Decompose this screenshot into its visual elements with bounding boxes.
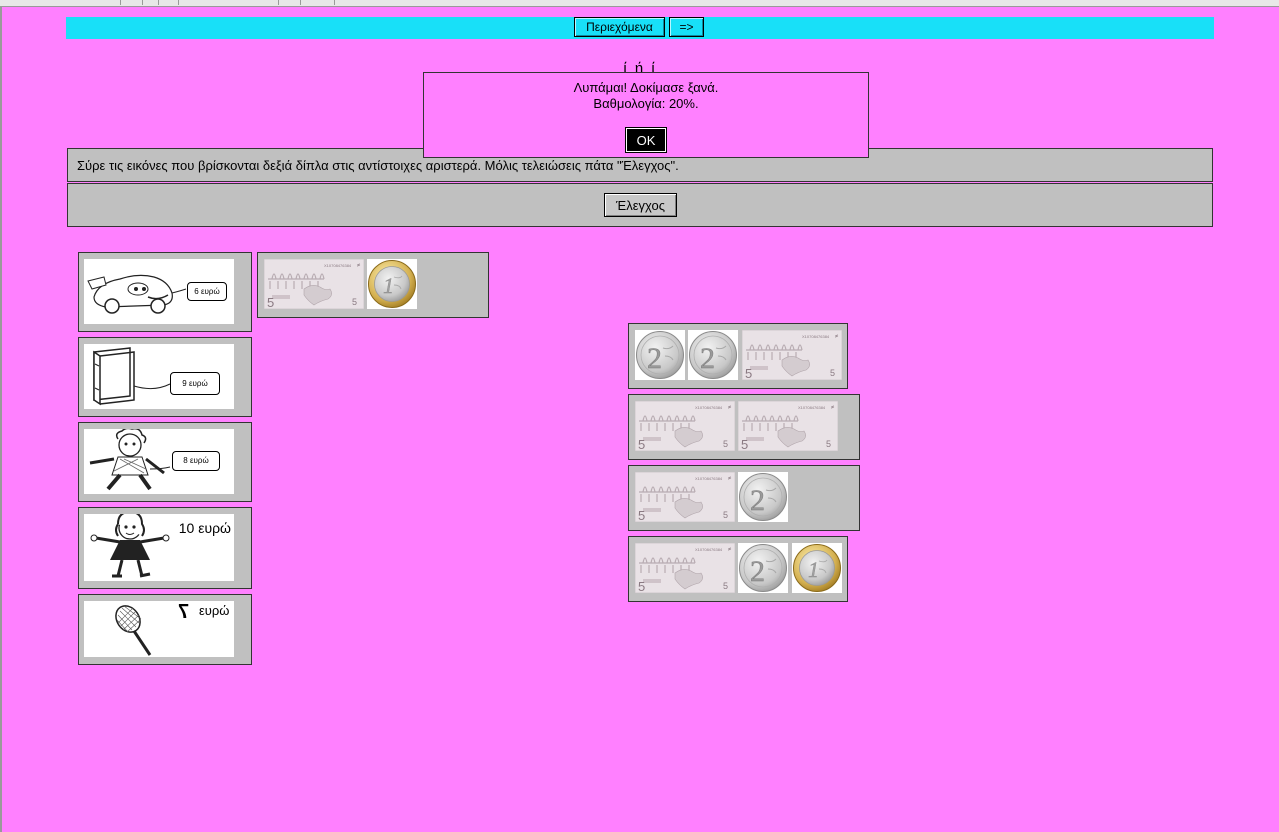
- item-card-book[interactable]: 9 ευρώ: [78, 337, 252, 417]
- money-group-4[interactable]: [628, 465, 860, 531]
- money-group-2[interactable]: [628, 323, 848, 389]
- item-card-racket[interactable]: 7 ευρώ: [78, 594, 252, 665]
- euro-coin-1-icon: [792, 543, 842, 593]
- money-group-3[interactable]: [628, 394, 860, 460]
- strip-segment: [0, 0, 121, 5]
- book-picture: 9 ευρώ: [84, 344, 234, 409]
- strip-segment: [142, 0, 159, 5]
- euro-note-5-icon: [264, 259, 364, 309]
- price-unit: ευρώ: [199, 603, 230, 618]
- browser-top-strip: [0, 0, 1279, 7]
- euro-coin-1-icon: [367, 259, 417, 309]
- contents-button[interactable]: Περιεχόμενα: [574, 17, 665, 37]
- euro-note-5-icon: [635, 401, 735, 451]
- nav-bar: Περιεχόμενα =>: [66, 17, 1214, 39]
- strip-segment: [300, 0, 335, 5]
- dialog-message: Λυπάμαι! Δοκίμασε ξανά.: [573, 80, 719, 95]
- price-number: 7: [178, 601, 190, 623]
- check-panel: Έλεγχος: [67, 183, 1213, 227]
- dialog-score: Βαθμολογία: 20%.: [593, 96, 699, 111]
- euro-note-5-icon: [635, 472, 735, 522]
- next-button[interactable]: =>: [669, 17, 704, 37]
- item-card-ragdoll[interactable]: 8 ευρώ: [78, 422, 252, 502]
- money-group-5[interactable]: [628, 536, 848, 602]
- price-tag: 9 ευρώ: [170, 372, 220, 395]
- check-button[interactable]: Έλεγχος: [604, 193, 677, 217]
- euro-coin-2-icon: [738, 543, 788, 593]
- euro-coin-2-icon: [688, 330, 738, 380]
- item-card-car[interactable]: 6 ευρώ: [78, 252, 252, 332]
- car-picture: 6 ευρώ: [84, 259, 234, 324]
- racket-picture: 7 ευρώ: [84, 601, 234, 657]
- strip-segment: [278, 0, 301, 5]
- euro-note-5-icon: [738, 401, 838, 451]
- item-card-girl-doll[interactable]: 10 ευρώ: [78, 507, 252, 589]
- euro-coin-2-icon: [635, 330, 685, 380]
- price-tag: 8 ευρώ: [172, 451, 220, 471]
- instructions-text: Σύρε τις εικόνες που βρίσκονται δεξιά δί…: [77, 158, 679, 173]
- money-group-1[interactable]: [257, 252, 489, 318]
- ok-button[interactable]: OK: [625, 127, 667, 153]
- girl-doll-picture: 10 ευρώ: [84, 514, 234, 581]
- price-tag: 6 ευρώ: [187, 282, 227, 301]
- price-label: 10 ευρώ: [178, 520, 231, 536]
- euro-note-5-icon: [635, 543, 735, 593]
- strip-segment: [120, 0, 143, 5]
- ragdoll-picture: 8 ευρώ: [84, 429, 234, 494]
- euro-note-5-icon: [742, 330, 842, 380]
- window-left-edge: [0, 7, 2, 832]
- result-dialog: Λυπάμαι! Δοκίμασε ξανά. Βαθμολογία: 20%.…: [423, 72, 869, 158]
- euro-coin-2-icon: [738, 472, 788, 522]
- strip-segment: [178, 0, 279, 5]
- strip-segment: [158, 0, 179, 5]
